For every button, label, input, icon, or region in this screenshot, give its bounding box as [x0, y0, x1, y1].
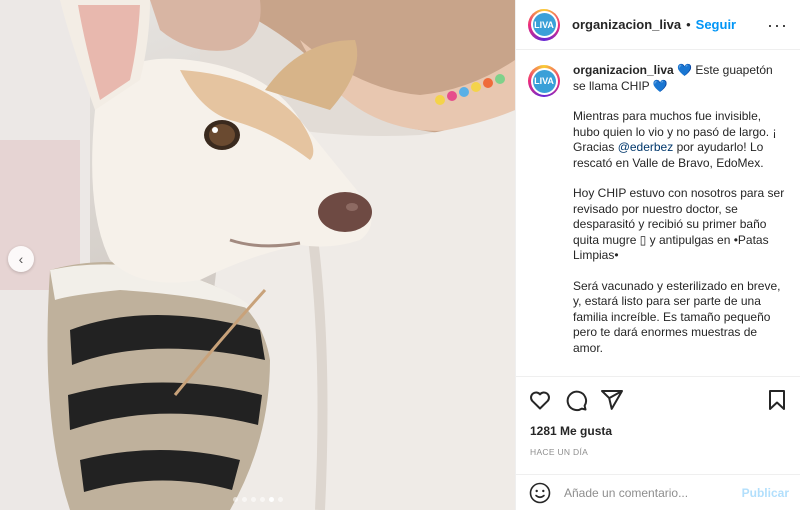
liva-logo: LIVA — [532, 13, 556, 36]
carousel-indicator — [0, 497, 515, 502]
caption-text: organizacion_liva 💙 Este guapetón se lla… — [573, 63, 788, 356]
post-side-panel: LIVA organizacion_liva • Seguir ··· LIVA… — [515, 0, 800, 510]
liva-logo: LIVA — [532, 69, 556, 93]
publish-button[interactable]: Publicar — [742, 486, 789, 500]
caption-scroll-area[interactable]: LIVA organizacion_liva 💙 Este guapetón s… — [516, 51, 800, 376]
chevron-left-icon: ‹ — [18, 251, 24, 267]
comment-icon[interactable] — [564, 388, 588, 412]
follow-button[interactable]: Seguir — [696, 17, 736, 32]
likes-count[interactable]: 1281 Me gusta — [530, 424, 612, 438]
carousel-dot-active — [268, 497, 274, 502]
header-username[interactable]: organizacion_liva — [572, 17, 681, 32]
carousel-dot — [232, 497, 238, 502]
more-options-icon[interactable]: ··· — [767, 16, 788, 34]
action-bar — [516, 376, 800, 422]
mention-link[interactable]: @ederbez — [618, 140, 674, 154]
blue-heart-emoji: 💙 — [652, 78, 668, 93]
emoji-icon[interactable] — [528, 481, 552, 505]
carousel-prev-button[interactable]: ‹ — [8, 246, 34, 272]
post-header: LIVA organizacion_liva • Seguir ··· — [516, 0, 800, 50]
carousel-dot — [277, 497, 283, 502]
post-photo[interactable]: ‹ — [0, 0, 515, 510]
caption: LIVA organizacion_liva 💙 Este guapetón s… — [528, 63, 789, 356]
bookmark-icon[interactable] — [765, 388, 789, 412]
share-icon[interactable] — [600, 388, 624, 412]
header-separator: • — [686, 17, 691, 32]
heart-icon[interactable] — [528, 388, 552, 412]
caption-username[interactable]: organizacion_liva — [573, 63, 674, 77]
caption-paragraph-2: Hoy CHIP estuvo con nosotros para ser re… — [573, 186, 785, 262]
comment-input[interactable] — [564, 485, 739, 500]
caption-avatar[interactable]: LIVA — [528, 65, 560, 97]
carousel-dot — [250, 497, 256, 502]
caption-paragraph-1: Mientras para muchos fue invisible, hubo… — [573, 109, 788, 171]
post-timestamp[interactable]: HACE UN DÍA — [530, 447, 588, 457]
avatar[interactable]: LIVA — [528, 8, 560, 41]
comment-bar: Publicar — [516, 474, 800, 510]
caption-paragraph-3: Será vacunado y esterilizado en breve, y… — [573, 278, 781, 355]
carousel-dot — [241, 497, 247, 502]
carousel-dot — [259, 497, 265, 502]
photo-illustration — [0, 0, 515, 510]
